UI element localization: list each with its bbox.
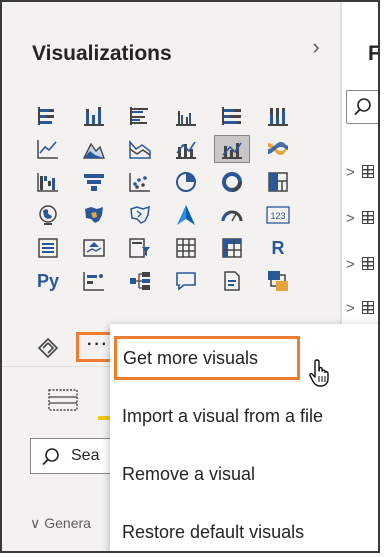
r-label: R bbox=[271, 237, 285, 258]
azure-map-icon[interactable] bbox=[168, 201, 204, 229]
100-stacked-bar-chart-icon[interactable] bbox=[214, 102, 250, 130]
funnel-chart-icon[interactable] bbox=[76, 168, 112, 196]
build-visual-tab[interactable] bbox=[48, 388, 78, 417]
visuals-context-menu: Get more visuals Import a visual from a … bbox=[110, 324, 378, 551]
line-and-clustered-column-chart-icon[interactable] bbox=[214, 135, 250, 163]
chevron-right-icon: > bbox=[346, 164, 355, 181]
search-placeholder: Sea bbox=[71, 447, 100, 464]
python-visual-icon[interactable]: Py bbox=[30, 267, 66, 295]
field-table-row[interactable]: > bbox=[346, 296, 378, 320]
field-table-row[interactable]: > bbox=[346, 252, 378, 276]
card-icon[interactable]: 123 bbox=[260, 201, 296, 229]
chevron-right-icon: > bbox=[346, 300, 355, 317]
general-label: Genera bbox=[44, 515, 91, 531]
waterfall-chart-icon[interactable] bbox=[30, 168, 66, 196]
matrix-icon[interactable] bbox=[214, 234, 250, 262]
multi-row-card-icon[interactable] bbox=[30, 234, 66, 262]
decomposition-tree-icon[interactable] bbox=[122, 267, 158, 295]
100-stacked-column-chart-icon[interactable] bbox=[260, 102, 296, 130]
app-frame: Visualizations › 123 R Py ··· Sea ∨ Gene… bbox=[0, 0, 380, 553]
slicer-icon[interactable] bbox=[122, 234, 158, 262]
fields-title: Fie bbox=[368, 42, 380, 65]
table-icon bbox=[362, 257, 374, 270]
card-icon-text: 123 bbox=[270, 211, 285, 221]
table-icon bbox=[362, 165, 374, 178]
treemap-icon[interactable] bbox=[260, 168, 296, 196]
table-icon bbox=[362, 301, 374, 314]
chevron-right-icon: > bbox=[346, 210, 355, 227]
area-chart-icon[interactable] bbox=[76, 135, 112, 163]
bottom-icon-row: ··· bbox=[30, 332, 120, 362]
field-table-row[interactable]: > bbox=[346, 160, 378, 184]
power-apps-icon[interactable] bbox=[30, 334, 66, 362]
stacked-area-chart-icon[interactable] bbox=[122, 135, 158, 163]
paginated-report-icon[interactable] bbox=[260, 267, 296, 295]
search-icon bbox=[42, 448, 59, 466]
field-table-row[interactable]: > bbox=[346, 206, 378, 230]
filled-map-icon[interactable] bbox=[76, 201, 112, 229]
shape-map-icon[interactable] bbox=[122, 201, 158, 229]
hand-cursor-icon bbox=[309, 359, 329, 387]
section-divider bbox=[2, 366, 110, 367]
line-and-stacked-column-chart-icon[interactable] bbox=[168, 135, 204, 163]
kpi-icon[interactable] bbox=[76, 234, 112, 262]
donut-chart-icon[interactable] bbox=[214, 168, 250, 196]
stacked-bar-chart-icon[interactable] bbox=[30, 102, 66, 130]
chevron-down-icon: ∨ bbox=[30, 515, 41, 531]
menu-item-remove-visual[interactable]: Remove a visual bbox=[122, 452, 255, 496]
qa-icon[interactable] bbox=[168, 267, 204, 295]
general-section-header[interactable]: ∨ Genera bbox=[30, 515, 91, 532]
stacked-column-chart-icon[interactable] bbox=[76, 102, 112, 130]
ribbon-chart-icon[interactable] bbox=[260, 135, 296, 163]
clustered-column-chart-icon[interactable] bbox=[168, 102, 204, 130]
visual-icon-grid: 123 R Py bbox=[30, 102, 330, 295]
r-script-visual-icon[interactable]: R bbox=[260, 234, 296, 262]
table-icon bbox=[362, 211, 374, 224]
py-label: Py bbox=[36, 270, 60, 291]
menu-item-restore-default-visuals[interactable]: Restore default visuals bbox=[122, 510, 304, 551]
gauge-icon[interactable] bbox=[214, 201, 250, 229]
collapse-pane-button[interactable]: › bbox=[304, 34, 328, 60]
chevron-right-icon: > bbox=[346, 256, 355, 273]
line-chart-icon[interactable] bbox=[30, 135, 66, 163]
build-visual-icon bbox=[48, 389, 78, 411]
table-icon[interactable] bbox=[168, 234, 204, 262]
pie-chart-icon[interactable] bbox=[168, 168, 204, 196]
search-icon bbox=[354, 98, 371, 116]
visualizations-title: Visualizations bbox=[32, 42, 172, 65]
menu-item-get-more-visuals[interactable]: Get more visuals bbox=[114, 336, 300, 380]
smart-narrative-icon[interactable] bbox=[214, 267, 250, 295]
scatter-chart-icon[interactable] bbox=[122, 168, 158, 196]
fields-search-input[interactable] bbox=[346, 90, 378, 124]
clustered-bar-chart-icon[interactable] bbox=[122, 102, 158, 130]
key-influencers-icon[interactable] bbox=[76, 267, 112, 295]
visualizations-search-input[interactable]: Sea bbox=[30, 438, 120, 474]
menu-item-import-visual-from-file[interactable]: Import a visual from a file bbox=[122, 394, 323, 438]
map-icon[interactable] bbox=[30, 201, 66, 229]
